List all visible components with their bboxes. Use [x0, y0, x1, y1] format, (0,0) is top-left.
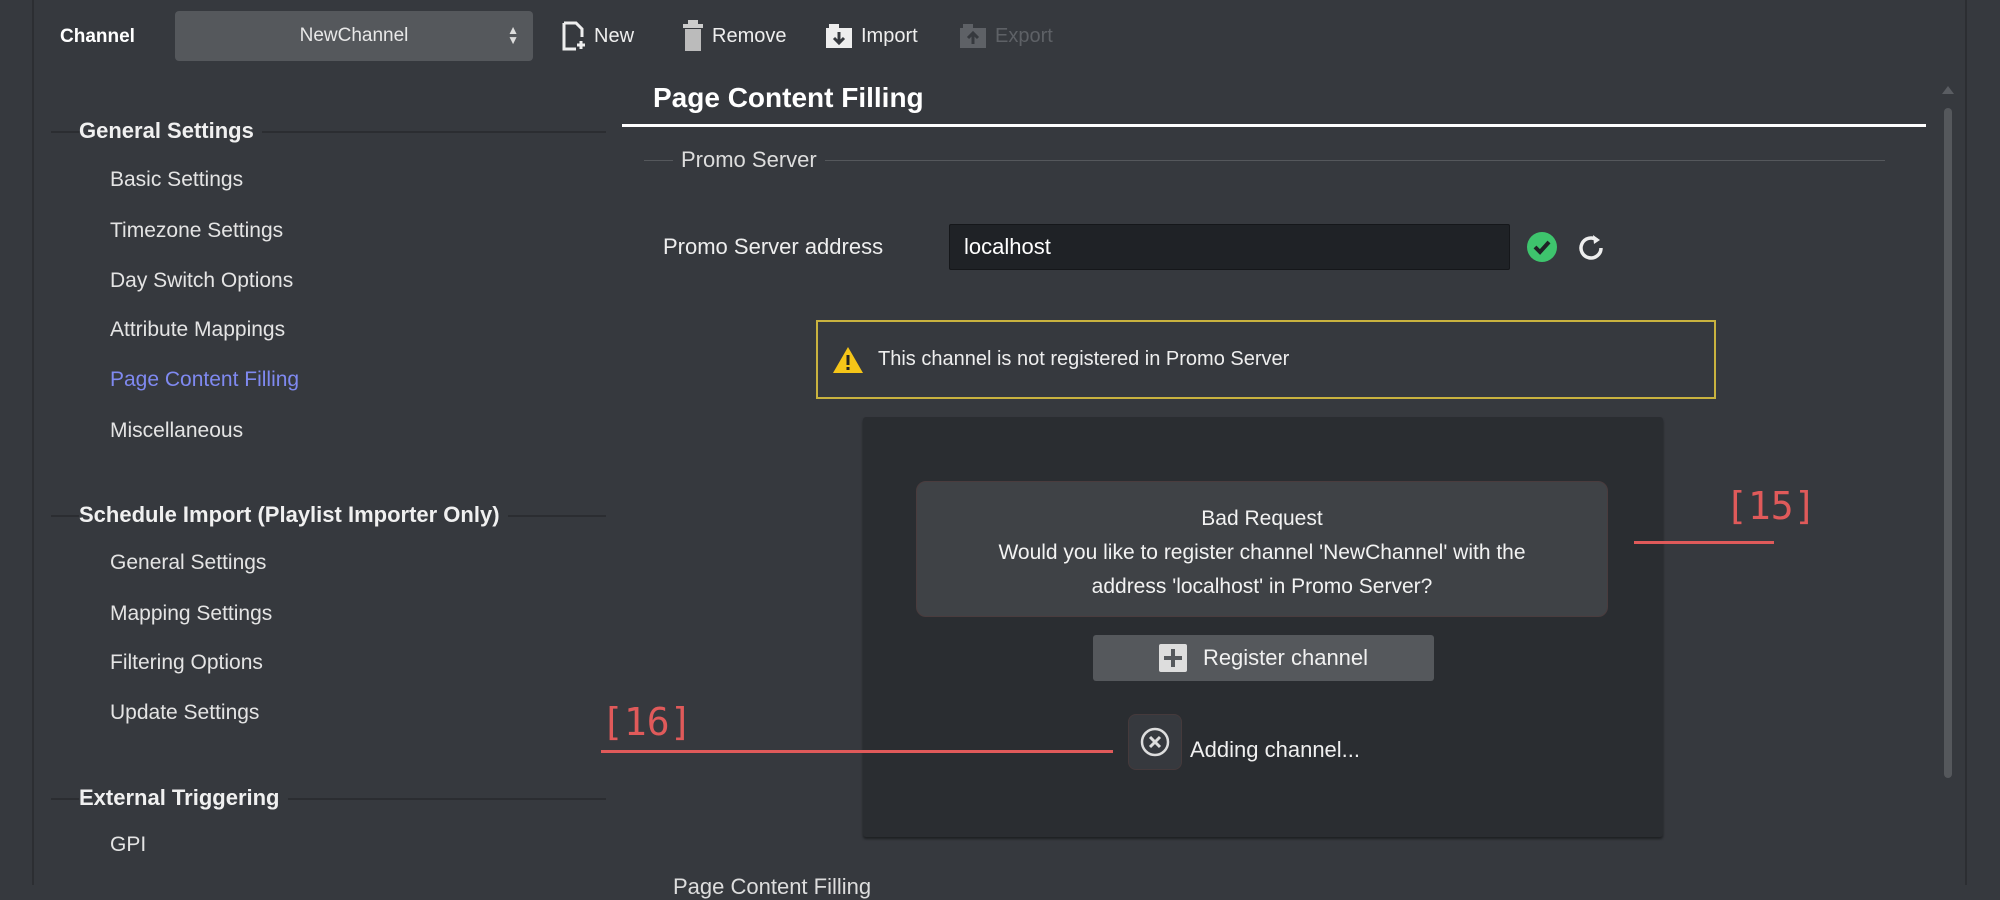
warning-banner: This channel is not registered in Promo … — [816, 320, 1716, 399]
right-divider — [1965, 0, 1967, 885]
export-icon — [960, 24, 986, 48]
new-file-icon — [562, 21, 585, 51]
sidebar-item-gpi[interactable]: GPI — [110, 831, 146, 859]
channel-select-value: NewChannel — [299, 25, 409, 46]
section-general-settings: General Settings — [79, 117, 262, 145]
left-divider — [32, 0, 34, 885]
import-icon — [826, 24, 852, 48]
sidebar-item-day-switch-options[interactable]: Day Switch Options — [110, 267, 293, 295]
import-button[interactable]: Import — [825, 20, 918, 52]
registration-panel — [863, 417, 1663, 837]
close-circle-icon — [1140, 727, 1170, 757]
promo-server-address-label: Promo Server address — [663, 234, 884, 259]
section-schedule-import: Schedule Import (Playlist Importer Only) — [79, 501, 508, 529]
page-title: Page Content Filling — [653, 82, 924, 113]
remove-label: Remove — [712, 24, 787, 47]
cancel-adding-button[interactable] — [1128, 714, 1182, 770]
annotation-16: [16] — [601, 700, 693, 744]
title-underline — [622, 124, 1926, 127]
section-external-triggering: External Triggering — [79, 784, 288, 812]
sidebar-item-mapping-settings[interactable]: Mapping Settings — [110, 600, 272, 628]
export-button[interactable]: Export — [959, 20, 1053, 52]
trash-icon — [683, 20, 703, 51]
annotation-15: [15] — [1725, 484, 1817, 528]
channel-label: Channel — [60, 26, 135, 47]
group-title-promo-server: Promo Server — [673, 147, 825, 173]
sidebar-item-page-content-filling[interactable]: Page Content Filling — [110, 366, 299, 394]
group-divider — [644, 160, 1885, 161]
sidebar-item-attribute-mappings[interactable]: Attribute Mappings — [110, 316, 285, 344]
adding-channel-status: Adding channel... — [1190, 737, 1361, 762]
warning-text: This channel is not registered in Promo … — [878, 348, 1290, 370]
sidebar-item-general-settings[interactable]: General Settings — [110, 549, 266, 577]
plus-icon — [1158, 644, 1187, 672]
sidebar-item-timezone-settings[interactable]: Timezone Settings — [110, 217, 283, 245]
export-label: Export — [995, 24, 1053, 47]
updown-icon: ▲ ▼ — [507, 23, 519, 47]
annotation-16-line — [601, 750, 1113, 753]
scroll-up-arrow-icon[interactable] — [1942, 86, 1954, 94]
sidebar-item-basic-settings[interactable]: Basic Settings — [110, 166, 243, 194]
refresh-icon[interactable] — [1574, 231, 1608, 265]
promo-server-address-input[interactable] — [949, 224, 1510, 270]
check-circle-icon — [1527, 232, 1557, 262]
vertical-scrollbar[interactable] — [1932, 76, 1964, 885]
new-label: New — [594, 24, 635, 47]
sidebar-item-update-settings[interactable]: Update Settings — [110, 699, 259, 727]
message-line-1: Would you like to register channel 'NewC… — [998, 541, 1526, 564]
message-title: Bad Request — [1201, 507, 1323, 530]
annotation-15-line — [1634, 541, 1774, 544]
next-group-title: Page Content Filling — [673, 874, 872, 899]
new-button[interactable]: New — [562, 20, 634, 52]
register-channel-label: Register channel — [1202, 645, 1369, 670]
sidebar-item-filtering-options[interactable]: Filtering Options — [110, 649, 263, 677]
register-channel-button[interactable]: Register channel — [1093, 635, 1434, 681]
import-label: Import — [861, 24, 918, 47]
channel-select[interactable]: NewChannel ▲ ▼ — [175, 11, 533, 61]
message-line-2: address 'localhost' in Promo Server? — [1091, 575, 1433, 598]
bad-request-message: Bad Request Would you like to register c… — [916, 481, 1608, 617]
warning-icon — [833, 346, 863, 373]
sidebar-item-miscellaneous[interactable]: Miscellaneous — [110, 417, 243, 445]
remove-button[interactable]: Remove — [682, 20, 786, 52]
scrollbar-thumb[interactable] — [1944, 108, 1952, 778]
